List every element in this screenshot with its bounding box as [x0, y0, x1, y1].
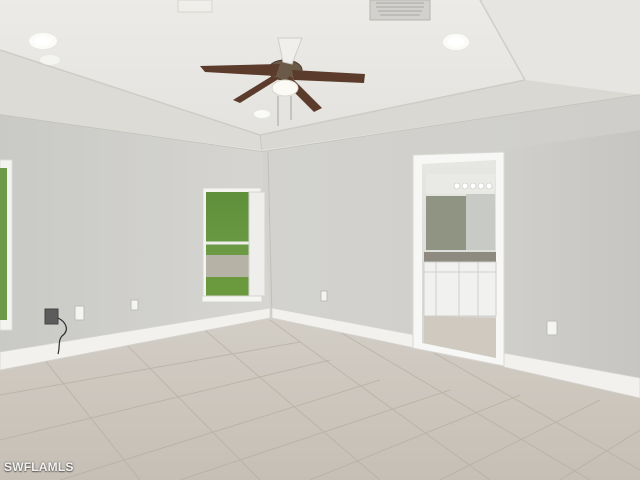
room-illustration	[0, 0, 640, 480]
bathroom-doorway	[412, 151, 505, 367]
room-photo: SWFLAMLS	[0, 0, 640, 480]
left-window	[0, 159, 13, 331]
window	[201, 187, 266, 303]
watermark: SWFLAMLS	[4, 460, 74, 474]
